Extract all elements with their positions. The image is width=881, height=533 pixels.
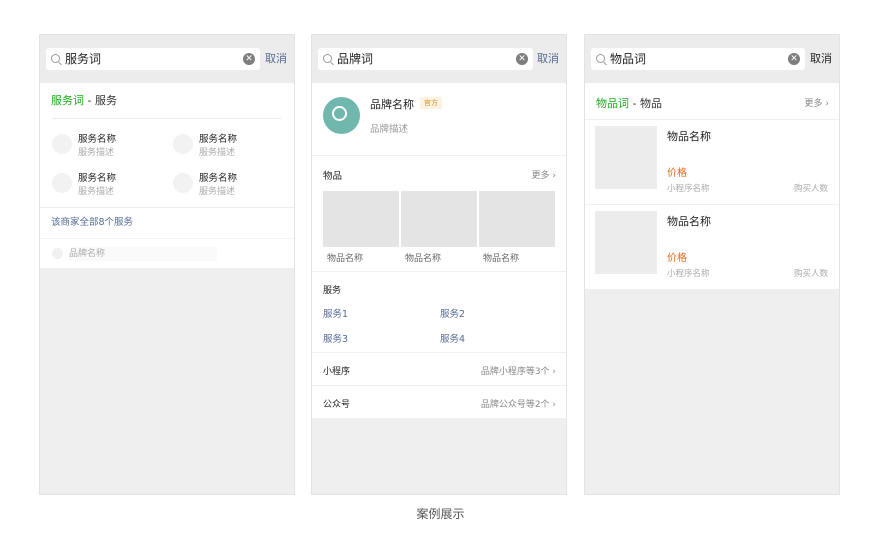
goods-image <box>595 211 657 274</box>
goods-item[interactable]: 物品名称 价格 小程序名称 购买人数 <box>585 119 839 204</box>
goods-grid: 物品名称 物品名称 物品名称 <box>312 191 566 271</box>
search-query: 服务词 <box>65 52 102 66</box>
goods-item[interactable]: 物品名称 <box>401 191 477 264</box>
clear-icon[interactable]: ✕ <box>516 53 528 65</box>
official-account-label: 公众号 <box>323 400 351 410</box>
search-icon <box>596 54 605 63</box>
brand-card[interactable]: 品牌名称 官方 品牌描述 <box>312 83 566 155</box>
official-account-row[interactable]: 公众号 品牌公众号等2个 › <box>312 385 566 418</box>
goods-name: 物品名称 <box>483 254 520 264</box>
service-link[interactable]: 服务3 <box>323 331 348 345</box>
brand-logo <box>323 97 360 134</box>
brand-name: 品牌名称 <box>69 247 217 261</box>
goods-section-header: 物品 更多 › <box>312 155 566 191</box>
goods-more-link[interactable]: 更多 › <box>532 168 556 181</box>
goods-image <box>595 126 657 189</box>
search-query: 品牌词 <box>337 52 374 66</box>
service-name: 服务名称 <box>78 134 117 145</box>
service-link[interactable]: 服务4 <box>440 331 465 345</box>
goods-image <box>479 191 555 247</box>
goods-image <box>401 191 477 247</box>
brand-desc: 品牌描述 <box>370 124 409 135</box>
service-title: 服务 <box>323 286 342 296</box>
brand-name: 品牌名称 <box>370 98 414 111</box>
goods-item[interactable]: 物品名称 <box>479 191 555 264</box>
miniprogram-label: 小程序 <box>323 367 351 377</box>
goods-price: 价格 <box>667 253 687 264</box>
cancel-button[interactable]: 取消 <box>537 48 559 70</box>
search-input[interactable]: 品牌词 ✕ <box>318 48 533 70</box>
header-separator: - <box>629 97 640 110</box>
more-link[interactable]: 更多 › <box>805 96 829 109</box>
results-panel: 服务词 - 服务 服务名称 服务描述 服务名称 服务描述 服务名称 服务描述 服… <box>40 83 294 268</box>
results-panel: 品牌名称 官方 品牌描述 物品 更多 › 物品名称 物品名称 物品名称 服务 服… <box>312 83 566 418</box>
search-bar: 物品词 ✕ 取消 <box>585 35 839 83</box>
cancel-button[interactable]: 取消 <box>265 48 287 70</box>
clear-icon[interactable]: ✕ <box>243 53 255 65</box>
service-link[interactable]: 服务1 <box>323 306 348 320</box>
section-header: 物品词 - 物品 更多 › <box>585 83 839 119</box>
search-bar: 品牌词 ✕ 取消 <box>312 35 566 83</box>
service-section: 服务 服务1 服务2 服务3 服务4 <box>312 271 566 352</box>
service-icon <box>173 173 193 193</box>
search-query: 物品词 <box>610 52 647 66</box>
service-icon <box>52 134 72 154</box>
service-name: 服务名称 <box>78 173 117 184</box>
miniprogram-row[interactable]: 小程序 品牌小程序等3个 › <box>312 352 566 385</box>
all-services-link[interactable]: 该商家全部8个服务 <box>40 207 294 238</box>
service-link[interactable]: 服务2 <box>440 306 465 320</box>
miniprogram-name: 小程序名称 <box>667 184 710 194</box>
clear-icon[interactable]: ✕ <box>788 53 800 65</box>
buyer-count: 购买人数 <box>793 184 828 194</box>
service-icon <box>52 173 72 193</box>
service-name: 服务名称 <box>199 134 238 145</box>
screen-brand-search: 品牌词 ✕ 取消 品牌名称 官方 品牌描述 物品 更多 › 物品名称 物品名称 <box>311 34 567 495</box>
service-desc: 服务描述 <box>199 187 236 197</box>
official-badge: 官方 <box>420 97 442 109</box>
search-input[interactable]: 服务词 ✕ <box>46 48 260 70</box>
miniprogram-name: 小程序名称 <box>667 269 710 279</box>
service-item[interactable]: 服务名称 服务描述 <box>52 168 162 200</box>
goods-name: 物品名称 <box>667 130 711 143</box>
search-icon <box>51 54 60 63</box>
results-panel: 物品词 - 物品 更多 › 物品名称 价格 小程序名称 购买人数 物品名称 价格… <box>585 83 839 289</box>
brand-row[interactable]: 品牌名称 <box>40 238 294 268</box>
service-item[interactable]: 服务名称 服务描述 <box>173 168 283 200</box>
service-item[interactable]: 服务名称 服务描述 <box>52 129 162 161</box>
category-label: 物品 <box>639 97 662 110</box>
keyword-label: 物品词 <box>596 97 629 110</box>
cancel-button[interactable]: 取消 <box>810 48 832 70</box>
buyer-count: 购买人数 <box>793 269 828 279</box>
service-desc: 服务描述 <box>78 187 115 197</box>
caption: 案例展示 <box>416 507 465 521</box>
goods-title: 物品 <box>323 171 343 182</box>
goods-item[interactable]: 物品名称 价格 小程序名称 购买人数 <box>585 204 839 289</box>
keyword-label: 服务词 <box>51 94 84 107</box>
category-label: 服务 <box>94 94 117 107</box>
goods-image <box>323 191 399 247</box>
goods-name: 物品名称 <box>405 254 442 264</box>
section-header: 服务词 - 服务 <box>40 83 294 118</box>
service-grid: 服务名称 服务描述 服务名称 服务描述 服务名称 服务描述 服务名称 服务描述 <box>52 118 282 207</box>
screen-goods-search: 物品词 ✕ 取消 物品词 - 物品 更多 › 物品名称 价格 小程序名称 购买人… <box>584 34 840 495</box>
search-bar: 服务词 ✕ 取消 <box>40 35 294 83</box>
screen-service-search: 服务词 ✕ 取消 服务词 - 服务 服务名称 服务描述 服务名称 服务描述 服务… <box>39 34 295 495</box>
service-desc: 服务描述 <box>199 148 236 158</box>
service-name: 服务名称 <box>199 173 238 184</box>
goods-item[interactable]: 物品名称 <box>323 191 399 264</box>
goods-name: 物品名称 <box>327 254 364 264</box>
service-item[interactable]: 服务名称 服务描述 <box>173 129 283 161</box>
service-icon <box>173 134 193 154</box>
header-separator: - <box>84 94 95 107</box>
section-title: 物品词 - 物品 <box>596 95 662 111</box>
search-input[interactable]: 物品词 ✕ <box>591 48 805 70</box>
brand-icon <box>52 248 63 259</box>
search-icon <box>323 54 332 63</box>
goods-price: 价格 <box>667 168 687 179</box>
service-desc: 服务描述 <box>78 148 115 158</box>
official-account-count: 品牌公众号等2个 › <box>480 400 556 410</box>
goods-name: 物品名称 <box>667 215 711 228</box>
miniprogram-count: 品牌小程序等3个 › <box>480 367 556 377</box>
